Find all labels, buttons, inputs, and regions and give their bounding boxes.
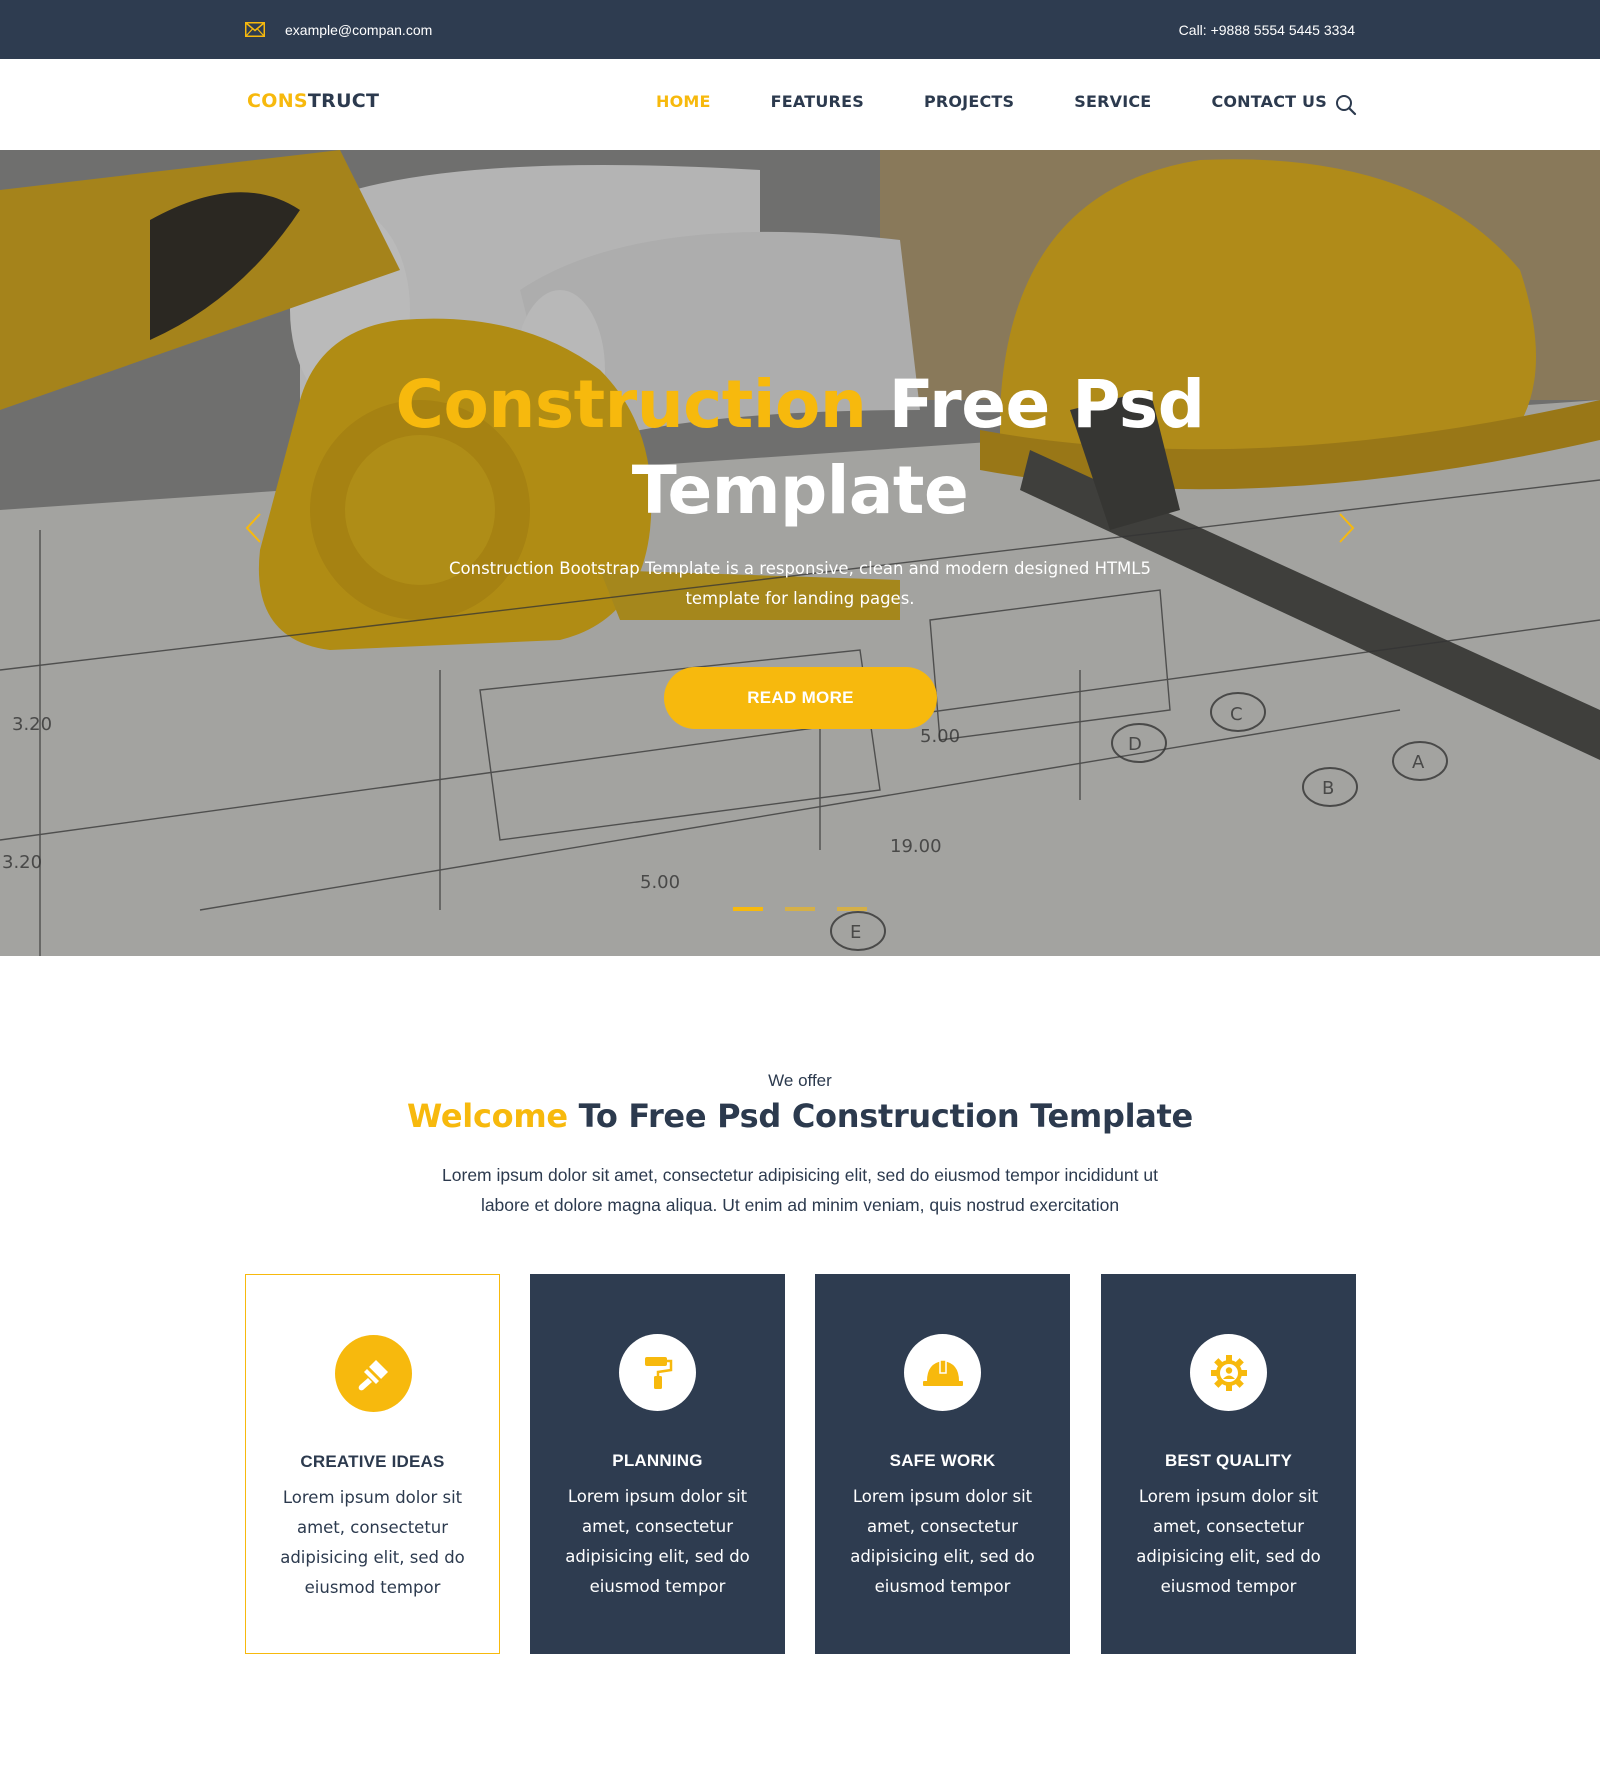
brush-icon — [358, 1359, 388, 1390]
contact-email[interactable]: example@compan.com — [245, 22, 432, 38]
section-description: Lorem ipsum dolor sit amet, consectetur … — [442, 1165, 1158, 1215]
section-title-rest: To Free Psd Construction Template — [578, 1097, 1194, 1135]
feature-text: Lorem ipsum dolor sit amet, consectetur … — [850, 1487, 1035, 1596]
slider-next-arrow-icon[interactable] — [1336, 512, 1356, 544]
hero-title-highlight: Construction — [395, 366, 867, 443]
slider-dot-3[interactable] — [837, 907, 867, 911]
feature-cards: CREATIVE IDEAS Lorem ipsum dolor sit ame… — [245, 1274, 1356, 1654]
feature-icon-wrap — [904, 1334, 981, 1411]
section-kicker: We offer — [768, 1071, 832, 1090]
feature-text: Lorem ipsum dolor sit amet, consectetur … — [1136, 1487, 1321, 1596]
nav-item-features[interactable]: FEATURES — [771, 92, 864, 111]
phone-number[interactable]: Call: +9888 5554 5445 3334 — [1179, 22, 1355, 38]
feature-text: Lorem ipsum dolor sit amet, consectetur … — [280, 1488, 465, 1597]
hero-title-rest: Free Psd — [888, 366, 1205, 443]
feature-title: PLANNING — [612, 1451, 703, 1470]
hero-title-line2: Template — [631, 452, 969, 529]
section-title: Welcome To Free Psd Construction Templat… — [0, 1097, 1600, 1135]
logo-part-dark: TRUCT — [307, 90, 380, 112]
read-more-button[interactable]: READ MORE — [664, 667, 937, 729]
feature-icon-wrap — [1190, 1334, 1267, 1411]
nav-item-home[interactable]: HOME — [656, 92, 711, 111]
feature-title: BEST QUALITY — [1164, 1451, 1293, 1470]
hero-slider: D C B A E 3.20 3.20 5.00 19.00 5.00 Cons… — [0, 150, 1600, 956]
feature-icon-wrap — [619, 1334, 696, 1411]
gear-user-icon — [1210, 1354, 1247, 1391]
feature-icon-wrap — [335, 1335, 412, 1412]
feature-card-planning[interactable]: PLANNING Lorem ipsum dolor sit amet, con… — [530, 1274, 785, 1654]
slider-indicators — [733, 907, 867, 911]
logo-part-accent: CONS — [247, 90, 308, 112]
envelope-icon — [245, 22, 265, 37]
site-logo[interactable]: CONSTRUCT — [247, 90, 379, 112]
email-text: example@compan.com — [285, 21, 433, 38]
nav-item-service[interactable]: SERVICE — [1074, 92, 1151, 111]
hard-hat-icon — [922, 1358, 963, 1386]
top-bar: example@compan.com Call: +9888 5554 5445… — [0, 0, 1600, 59]
nav-item-projects[interactable]: PROJECTS — [924, 92, 1014, 111]
slider-dot-2[interactable] — [785, 907, 815, 911]
paint-roller-icon — [644, 1356, 672, 1389]
hero-overlay — [0, 150, 1600, 956]
feature-title: SAFE WORK — [889, 1451, 996, 1470]
slider-prev-arrow-icon[interactable] — [244, 512, 264, 544]
feature-card-safe-work[interactable]: SAFE WORK Lorem ipsum dolor sit amet, co… — [815, 1274, 1070, 1654]
feature-card-best-quality[interactable]: BEST QUALITY Lorem ipsum dolor sit amet,… — [1101, 1274, 1356, 1654]
section-title-highlight: Welcome — [407, 1097, 568, 1135]
slider-dot-1[interactable] — [733, 907, 763, 911]
main-navbar: CONSTRUCT HOME FEATURES PROJECTS SERVICE… — [0, 59, 1600, 150]
nav-menu: HOME FEATURES PROJECTS SERVICE CONTACT U… — [656, 92, 1327, 111]
feature-title: CREATIVE IDEAS — [300, 1452, 445, 1471]
nav-item-contact-us[interactable]: CONTACT US — [1211, 92, 1327, 111]
hero-subtitle: Construction Bootstrap Template is a res… — [449, 559, 1151, 608]
hero-title: Construction Free Psd Template — [300, 362, 1300, 534]
search-icon[interactable] — [1334, 93, 1358, 117]
feature-text: Lorem ipsum dolor sit amet, consectetur … — [565, 1487, 750, 1596]
feature-card-creative-ideas[interactable]: CREATIVE IDEAS Lorem ipsum dolor sit ame… — [245, 1274, 500, 1654]
